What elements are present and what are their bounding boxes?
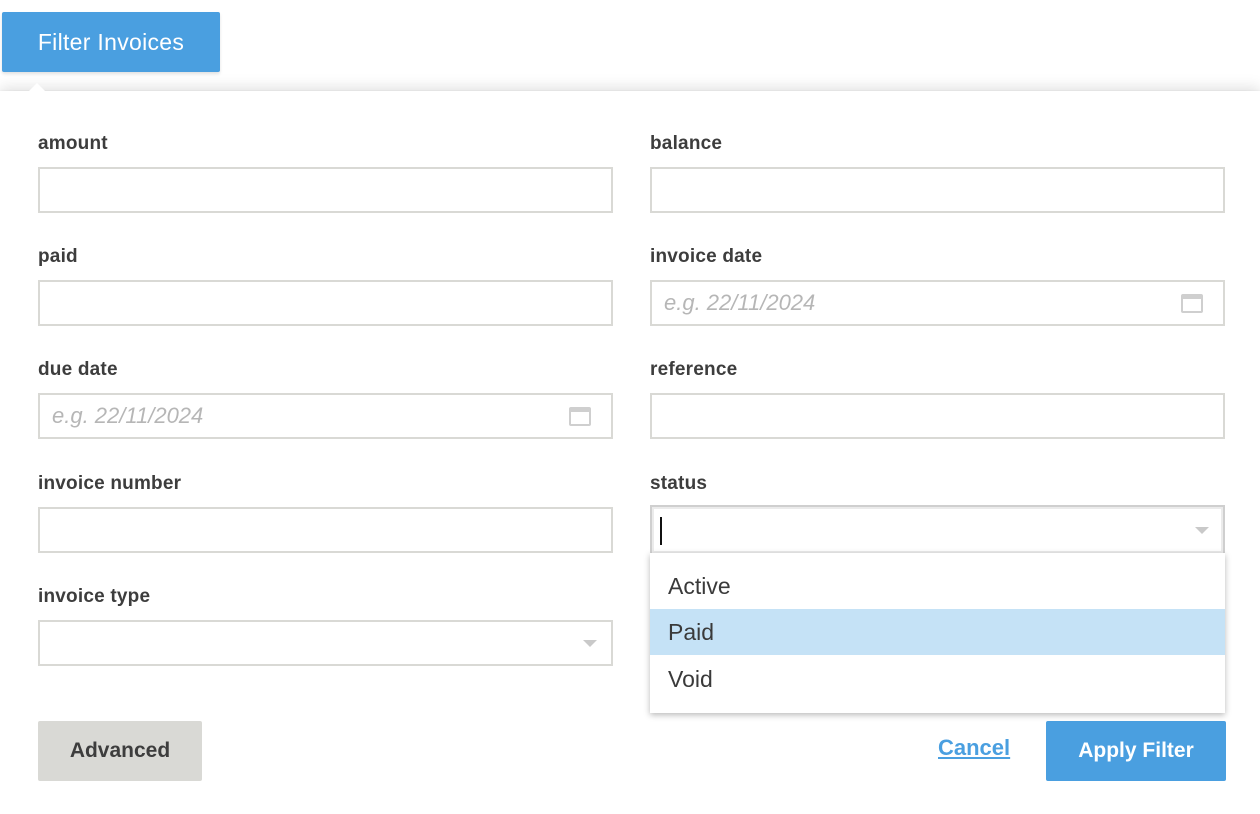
panel-pointer <box>28 83 46 92</box>
status-select[interactable] <box>650 505 1225 555</box>
balance-label: balance <box>650 133 723 154</box>
invoice-date-input[interactable] <box>650 280 1225 326</box>
text-cursor <box>660 517 662 545</box>
due-date-label: due date <box>38 359 118 380</box>
invoice-date-label: invoice date <box>650 246 763 267</box>
apply-filter-button[interactable]: Apply Filter <box>1046 721 1226 781</box>
amount-input[interactable] <box>38 167 613 213</box>
status-option-active[interactable]: Active <box>650 563 1225 609</box>
calendar-icon[interactable] <box>569 407 591 426</box>
reference-label: reference <box>650 359 738 380</box>
chevron-down-icon[interactable] <box>583 640 597 647</box>
invoice-type-label: invoice type <box>38 586 151 607</box>
due-date-input[interactable] <box>38 393 613 439</box>
amount-label: amount <box>38 133 108 154</box>
balance-input[interactable] <box>650 167 1225 213</box>
chevron-down-icon[interactable] <box>1195 527 1209 534</box>
reference-input[interactable] <box>650 393 1225 439</box>
advanced-button[interactable]: Advanced <box>38 721 202 781</box>
invoice-number-label: invoice number <box>38 473 182 494</box>
paid-label: paid <box>38 246 78 267</box>
status-option-paid[interactable]: Paid <box>650 609 1225 655</box>
status-option-void[interactable]: Void <box>650 656 1225 702</box>
paid-input[interactable] <box>38 280 613 326</box>
calendar-icon[interactable] <box>1181 294 1203 313</box>
filter-invoices-button[interactable]: Filter Invoices <box>2 12 220 72</box>
invoice-filter-page: Filter Invoices amount balance paid invo… <box>0 0 1260 814</box>
invoice-type-select[interactable] <box>38 620 613 666</box>
invoice-number-input[interactable] <box>38 507 613 553</box>
status-dropdown-menu: Active Paid Void <box>650 553 1225 713</box>
cancel-link[interactable]: Cancel <box>938 735 1010 761</box>
status-label: status <box>650 473 708 494</box>
